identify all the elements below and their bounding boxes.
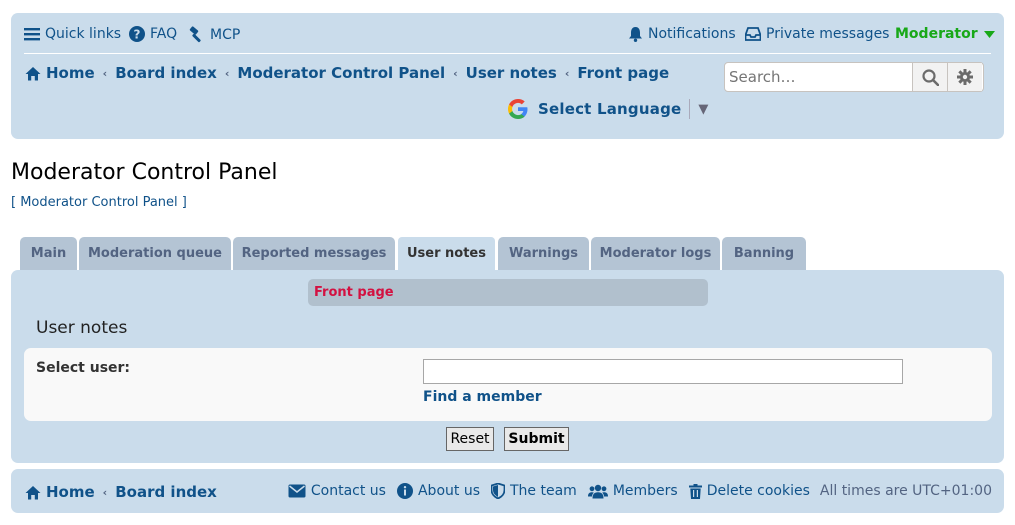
footer-breadcrumb: Home ‹ Board index — [25, 483, 217, 501]
top-navbar: Quick links ? FAQ MCP Notifications Priv… — [24, 13, 995, 54]
footer-links: Contact us About us The team Members Del… — [277, 483, 992, 499]
breadcrumb-front-page[interactable]: Front page — [577, 64, 669, 82]
shield-icon — [491, 483, 505, 499]
content-panel: Front page User notes Select user: Find … — [11, 270, 1004, 463]
tab-moderator-logs[interactable]: Moderator logs — [591, 237, 720, 270]
search-input[interactable] — [725, 63, 912, 91]
home-icon — [25, 485, 41, 499]
search-icon — [921, 68, 939, 86]
page-subtitle[interactable]: [ Moderator Control Panel ] — [11, 195, 187, 210]
language-label: Select Language — [538, 100, 682, 118]
quick-links-menu[interactable]: Quick links — [24, 26, 121, 42]
mcp-label: MCP — [210, 26, 241, 43]
advanced-search-button[interactable] — [947, 63, 982, 91]
about-us-label: About us — [417, 483, 480, 499]
delete-cookies-link[interactable]: Delete cookies — [688, 483, 810, 499]
submit-button[interactable]: Submit — [504, 427, 569, 451]
gavel-icon — [189, 26, 201, 43]
faq-link[interactable]: ? FAQ — [129, 26, 177, 42]
notifications-label: Notifications — [648, 26, 736, 42]
tab-user-notes[interactable]: User notes — [397, 236, 496, 270]
select-user-label: Select user: — [36, 360, 131, 376]
section-heading: User notes — [36, 318, 128, 338]
notifications-link[interactable]: Notifications — [628, 26, 736, 42]
members-link[interactable]: Members — [587, 483, 678, 499]
private-messages-label: Private messages — [766, 26, 890, 42]
about-us-link[interactable]: About us — [396, 483, 480, 499]
search-box — [724, 62, 984, 92]
footer-breadcrumb-board-index[interactable]: Board index — [115, 483, 217, 501]
language-selector[interactable]: Select Language ▼ — [506, 97, 708, 121]
breadcrumb-mcp[interactable]: Moderator Control Panel — [237, 64, 445, 82]
site-header: Quick links ? FAQ MCP Notifications Priv… — [11, 13, 1004, 139]
username-input[interactable] — [423, 359, 903, 384]
breadcrumb-home[interactable]: Home — [46, 64, 95, 82]
svg-text:?: ? — [134, 28, 141, 42]
footer-breadcrumb-home[interactable]: Home — [46, 483, 95, 501]
question-circle-icon: ? — [129, 26, 145, 42]
hamburger-icon — [24, 28, 40, 41]
subtab-label: Front page — [314, 285, 394, 300]
breadcrumb: Home ‹ Board index ‹ Moderator Control P… — [25, 64, 669, 82]
delete-cookies-label: Delete cookies — [706, 483, 810, 499]
tab-banning[interactable]: Banning — [722, 237, 806, 270]
breadcrumb-user-notes[interactable]: User notes — [466, 64, 557, 82]
timezone-info: All times are UTC+01:00 — [819, 483, 992, 499]
the-team-label: The team — [510, 483, 577, 499]
bell-icon — [629, 27, 642, 42]
dropdown-arrow-icon: ▼ — [698, 101, 709, 117]
members-label: Members — [612, 483, 678, 499]
quick-links-label: Quick links — [45, 26, 122, 42]
subtab-front-page[interactable]: Front page — [308, 279, 708, 306]
tab-reported-messages[interactable]: Reported messages — [233, 237, 395, 270]
mcp-link[interactable]: MCP — [188, 26, 240, 43]
private-messages-link[interactable]: Private messages — [745, 26, 889, 42]
inbox-icon — [745, 27, 761, 41]
home-icon — [25, 66, 41, 80]
site-footer: Home ‹ Board index Contact us About us T… — [11, 469, 1004, 513]
faq-label: FAQ — [150, 26, 178, 42]
envelope-icon — [288, 484, 306, 498]
google-logo-icon — [508, 99, 528, 119]
breadcrumb-separator-icon: ‹ — [102, 66, 108, 80]
breadcrumb-separator-icon: ‹ — [102, 485, 108, 499]
trash-icon — [688, 483, 702, 499]
users-icon — [587, 484, 608, 498]
search-button[interactable] — [912, 63, 947, 91]
breadcrumb-separator-icon: ‹ — [224, 66, 230, 80]
caret-down-icon — [983, 30, 995, 38]
info-circle-icon — [396, 483, 413, 499]
language-divider — [689, 99, 691, 119]
user-menu[interactable]: Moderator — [895, 26, 995, 42]
reset-button[interactable]: Reset — [446, 427, 494, 451]
find-member-link[interactable]: Find a member — [423, 389, 542, 405]
breadcrumb-separator-icon: ‹ — [564, 66, 570, 80]
breadcrumb-board-index[interactable]: Board index — [115, 64, 217, 82]
the-team-link[interactable]: The team — [491, 483, 577, 499]
breadcrumb-separator-icon: ‹ — [453, 66, 458, 80]
gear-icon — [957, 69, 973, 85]
tab-warnings[interactable]: Warnings — [498, 237, 589, 270]
contact-us-link[interactable]: Contact us — [288, 483, 386, 499]
tab-main[interactable]: Main — [20, 237, 77, 270]
contact-us-label: Contact us — [310, 483, 386, 499]
tab-moderation-queue[interactable]: Moderation queue — [79, 237, 231, 270]
select-user-fieldset: Select user: Find a member — [24, 348, 992, 421]
page-title: Moderator Control Panel — [11, 160, 278, 185]
username: Moderator — [895, 26, 978, 42]
